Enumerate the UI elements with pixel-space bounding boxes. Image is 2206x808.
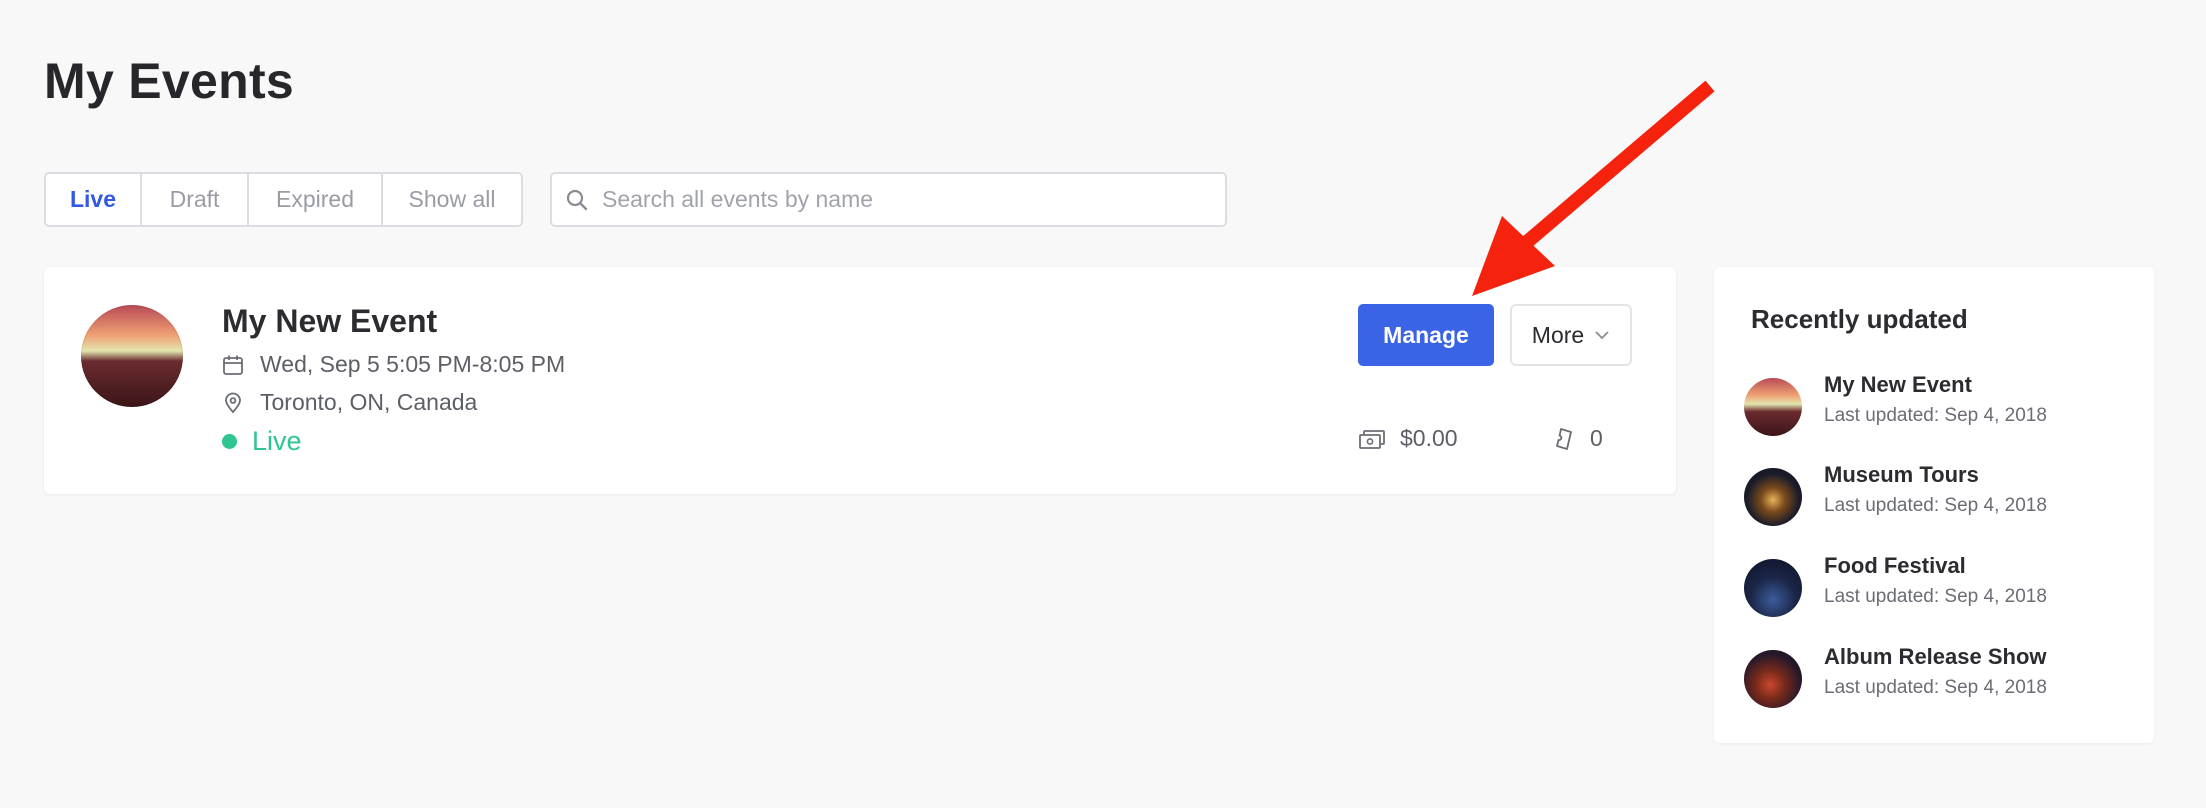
recent-item-updated: Last updated: Sep 4, 2018 xyxy=(1824,586,2047,607)
event-date: Wed, Sep 5 5:05 PM-8:05 PM xyxy=(260,351,566,377)
recent-item[interactable]: My New Event Last updated: Sep 4, 2018 xyxy=(1744,372,2134,436)
revenue-value: $0.00 xyxy=(1400,425,1458,451)
recent-item-updated: Last updated: Sep 4, 2018 xyxy=(1824,495,2047,516)
recent-thumbnail xyxy=(1744,468,1802,526)
status-badge: Live xyxy=(222,426,302,457)
recent-thumbnail xyxy=(1744,559,1802,617)
recent-item[interactable]: Album Release Show Last updated: Sep 4, … xyxy=(1744,644,2134,708)
money-icon xyxy=(1359,429,1385,449)
revenue-stat: $0.00 xyxy=(1358,425,1458,452)
calendar-icon xyxy=(223,355,243,375)
tickets-stat: 0 xyxy=(1554,425,1603,452)
event-card: My New Event Wed, Sep 5 5:05 PM-8:05 PM … xyxy=(44,267,1676,494)
search-icon xyxy=(566,189,588,210)
tab-draft[interactable]: Draft xyxy=(142,174,249,225)
manage-button[interactable]: Manage xyxy=(1358,304,1494,366)
recent-item-updated: Last updated: Sep 4, 2018 xyxy=(1824,677,2047,698)
tickets-value: 0 xyxy=(1590,425,1603,451)
tab-show-all[interactable]: Show all xyxy=(383,174,521,225)
chevron-down-icon xyxy=(1595,331,1609,340)
status-label: Live xyxy=(252,426,302,456)
page: My Events Live Draft Expired Show all My… xyxy=(0,0,2206,808)
recent-item-name: Food Festival xyxy=(1824,553,1966,578)
ticket-icon xyxy=(1556,427,1572,450)
recent-item[interactable]: Museum Tours Last updated: Sep 4, 2018 xyxy=(1744,462,2134,526)
event-location: Toronto, ON, Canada xyxy=(260,389,478,415)
recent-title: Recently updated xyxy=(1751,304,1968,334)
tab-expired[interactable]: Expired xyxy=(249,174,383,225)
location-pin-icon xyxy=(225,392,241,413)
recent-item-name: Album Release Show xyxy=(1824,644,2047,669)
status-dot xyxy=(222,434,237,449)
recent-item[interactable]: Food Festival Last updated: Sep 4, 2018 xyxy=(1744,553,2134,617)
recent-thumbnail xyxy=(1744,650,1802,708)
search-input[interactable] xyxy=(602,186,1202,213)
event-date-row: Wed, Sep 5 5:05 PM-8:05 PM xyxy=(222,351,565,378)
event-title[interactable]: My New Event xyxy=(222,303,437,340)
recent-item-name: My New Event xyxy=(1824,372,1972,397)
search-box xyxy=(550,172,1227,227)
page-title: My Events xyxy=(44,53,295,109)
recently-updated-panel: Recently updated My New Event Last updat… xyxy=(1714,267,2154,743)
event-location-row: Toronto, ON, Canada xyxy=(222,389,477,416)
recent-thumbnail xyxy=(1744,378,1802,436)
more-button[interactable]: More xyxy=(1510,304,1632,366)
event-thumbnail[interactable] xyxy=(81,305,183,407)
recent-item-updated: Last updated: Sep 4, 2018 xyxy=(1824,405,2047,426)
filter-tabs: Live Draft Expired Show all xyxy=(44,172,523,227)
more-button-label: More xyxy=(1531,321,1585,348)
recent-item-name: Museum Tours xyxy=(1824,462,1979,487)
tab-live[interactable]: Live xyxy=(46,174,142,225)
